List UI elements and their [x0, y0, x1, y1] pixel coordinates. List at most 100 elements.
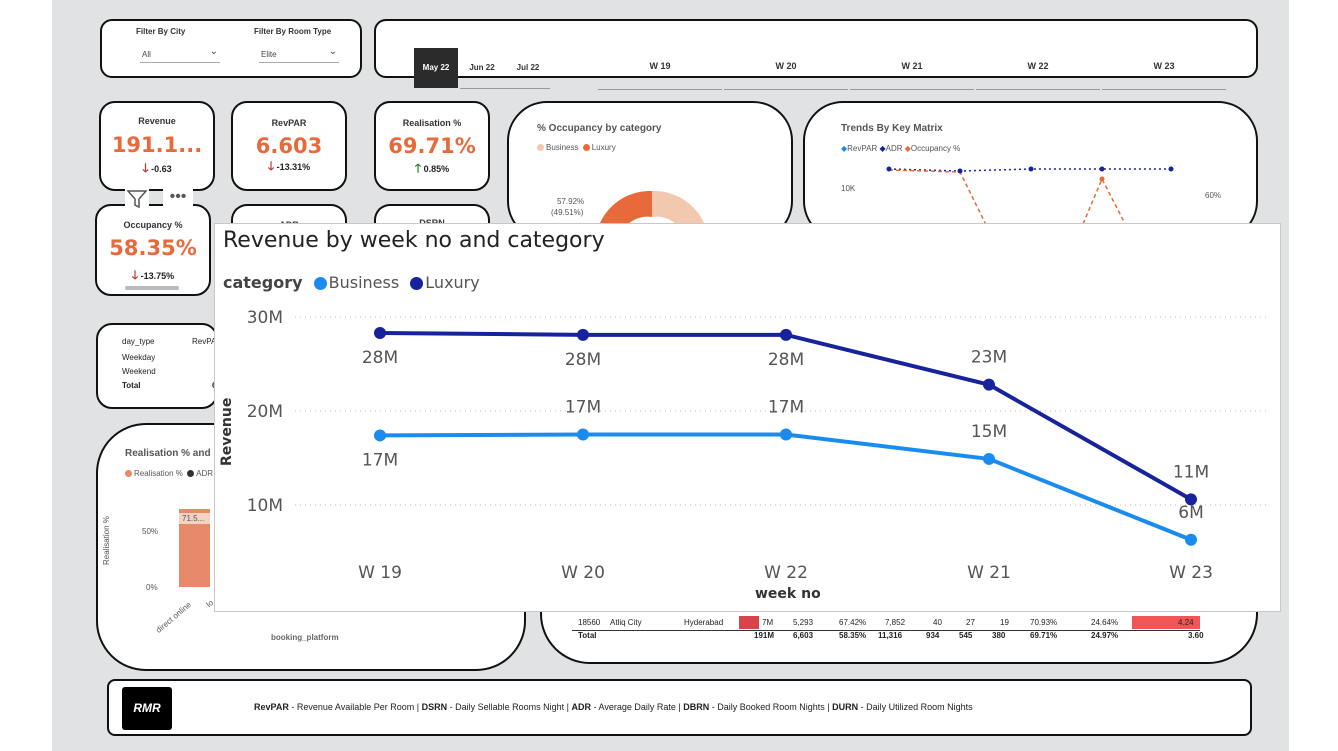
kpi-title: Occupancy %	[123, 220, 183, 230]
table-cell: 7,852	[885, 618, 906, 627]
data-label: 17M	[768, 398, 804, 418]
legend-label: Occupancy %	[910, 144, 961, 153]
column-header[interactable]: RevPA	[192, 337, 216, 346]
y-tick-label: 30M	[247, 308, 283, 328]
week-tab-w20[interactable]: W 20	[724, 61, 848, 71]
arrow-down-icon: 🡓	[142, 161, 149, 175]
y-axis-left-label: 10K	[841, 184, 856, 193]
week-tab-w21[interactable]: W 21	[850, 61, 974, 71]
total-cell: 6,603	[793, 631, 814, 640]
total-cell: 24.97%	[1091, 631, 1119, 640]
legend-label: ADR	[196, 469, 214, 478]
data-point[interactable]	[1185, 493, 1197, 506]
total-label: Total	[122, 381, 141, 390]
y-tick: 0%	[146, 583, 158, 592]
x-tick-label: W 23	[1169, 563, 1213, 583]
week-tab-line	[1102, 89, 1226, 90]
scrollbar[interactable]	[125, 286, 179, 290]
glossary-separator: |	[564, 702, 572, 712]
legend-dot-luxury	[582, 144, 590, 152]
chevron-down-icon: ⌄	[209, 46, 218, 57]
legend-label: ADR	[885, 144, 903, 153]
kpi-title: RevPAR	[271, 118, 307, 128]
glossary-desc: - Daily Utilized Room Nights	[858, 702, 973, 712]
city-filter-label: Filter By City	[136, 27, 186, 36]
day-type-table: day_type RevPA Weekday Weekend Total 6	[122, 337, 222, 397]
data-label: (49.51%)	[551, 208, 584, 217]
y-axis-right-label: 60%	[1205, 191, 1222, 200]
kpi-revpar-card[interactable]: RevPAR 6.603 🡓 -13.31%	[231, 101, 347, 191]
glossary-abbr: ADR	[571, 702, 592, 712]
data-label: 28M	[362, 348, 398, 368]
week-tab-w22[interactable]: W 22	[976, 61, 1100, 71]
revenue-line-chart-focus[interactable]: Revenue by week no and category category…	[214, 223, 1281, 612]
legend-label: Luxury	[591, 143, 616, 152]
city-dropdown[interactable]: All ⌄	[140, 46, 220, 63]
total-cell: 3.60	[1188, 631, 1204, 640]
data-label: 15M	[971, 422, 1007, 442]
tab-jun-22[interactable]: Jun 22	[460, 48, 504, 88]
visual-title: % Occupancy by category	[537, 123, 662, 134]
trends-card[interactable]: Trends By Key Matrix ◆RevPAR ◆ADR ◆Occup…	[803, 101, 1258, 243]
week-tab-w23[interactable]: W 23	[1102, 61, 1226, 71]
column-header[interactable]: day_type	[122, 337, 154, 346]
tab-may-22[interactable]: May 22	[414, 48, 458, 88]
data-point[interactable]	[374, 326, 386, 339]
kpi-value: 191.1...	[111, 133, 203, 157]
total-cell: 69.71%	[1030, 631, 1058, 640]
data-point[interactable]	[374, 429, 386, 442]
legend: Realisation % ADR	[125, 469, 213, 478]
table-cell: 27	[966, 618, 975, 627]
day-type-table-card[interactable]: day_type RevPA Weekday Weekend Total 6	[96, 323, 218, 409]
occupancy-by-category-card[interactable]: % Occupancy by category Business Luxury …	[507, 101, 793, 241]
arrow-down-icon: 🡓	[131, 268, 139, 282]
glossary-text: RevPAR - Revenue Available Per Room | DS…	[254, 702, 973, 712]
table-cell: Atliq City	[610, 618, 642, 627]
data-point[interactable]	[983, 378, 995, 391]
visual-title: Realisation % and	[125, 448, 211, 459]
data-label: 17M	[362, 450, 398, 470]
kpi-realisation-card[interactable]: Realisation % 69.71% 🡑 0.85%	[374, 101, 490, 191]
data-point[interactable]	[780, 328, 792, 341]
kpi-revenue-card[interactable]: Revenue 191.1... 🡓 -0.63	[99, 101, 215, 191]
data-point[interactable]	[983, 452, 995, 465]
data-point[interactable]	[577, 328, 589, 341]
tab-jul-22[interactable]: Jul 22	[506, 48, 550, 88]
logo: RMR	[122, 687, 172, 730]
kpi-delta: 🡓 -0.63	[101, 159, 213, 180]
glossary-abbr: RevPAR	[254, 702, 289, 712]
week-tab-line	[976, 89, 1100, 90]
table-cell: 18560	[578, 618, 601, 627]
data-label: 28M	[768, 350, 804, 370]
week-tab-line	[850, 89, 974, 90]
table-cell: 70.93%	[1030, 618, 1058, 627]
data-label: 28M	[565, 350, 601, 370]
glossary-desc: - Daily Booked Room Nights	[709, 702, 825, 712]
table-cell: 19	[1000, 618, 1009, 627]
glossary-abbr: DSRN	[421, 702, 448, 712]
filter-icon[interactable]	[125, 188, 149, 210]
table-row: Weekend	[122, 367, 156, 376]
y-axis-title: Realisation %	[102, 516, 111, 565]
legend-label: RevPAR	[847, 144, 878, 153]
data-point[interactable]	[1185, 533, 1197, 546]
kpi-occupancy-card[interactable]: Occupancy % 58.35% 🡓 -13.75%	[95, 204, 211, 296]
room-type-dropdown-value: Elite	[261, 50, 277, 59]
total-cell: 545	[959, 631, 973, 640]
legend-dot-business	[537, 144, 544, 152]
kpi-title: Realisation %	[402, 118, 462, 128]
room-type-dropdown[interactable]: Elite ⌄	[259, 46, 339, 63]
data-point[interactable]	[577, 428, 589, 441]
table-cell: 7M	[762, 618, 774, 627]
total-cell: 934	[926, 631, 940, 640]
total-cell: Total	[578, 631, 597, 640]
period-slicer-card: May 22 Jun 22 Jul 22 W 19 W 20 W 21 W 22…	[374, 19, 1258, 90]
x-tick: direct online	[154, 600, 193, 635]
legend-label: Realisation %	[134, 469, 183, 478]
city-dropdown-value: All	[142, 50, 151, 59]
total-cell: 58.35%	[839, 631, 867, 640]
y-tick-label: 10M	[247, 496, 283, 516]
week-tab-w19[interactable]: W 19	[598, 61, 722, 71]
data-point[interactable]	[780, 428, 792, 441]
more-options-icon[interactable]: •••	[163, 188, 193, 210]
